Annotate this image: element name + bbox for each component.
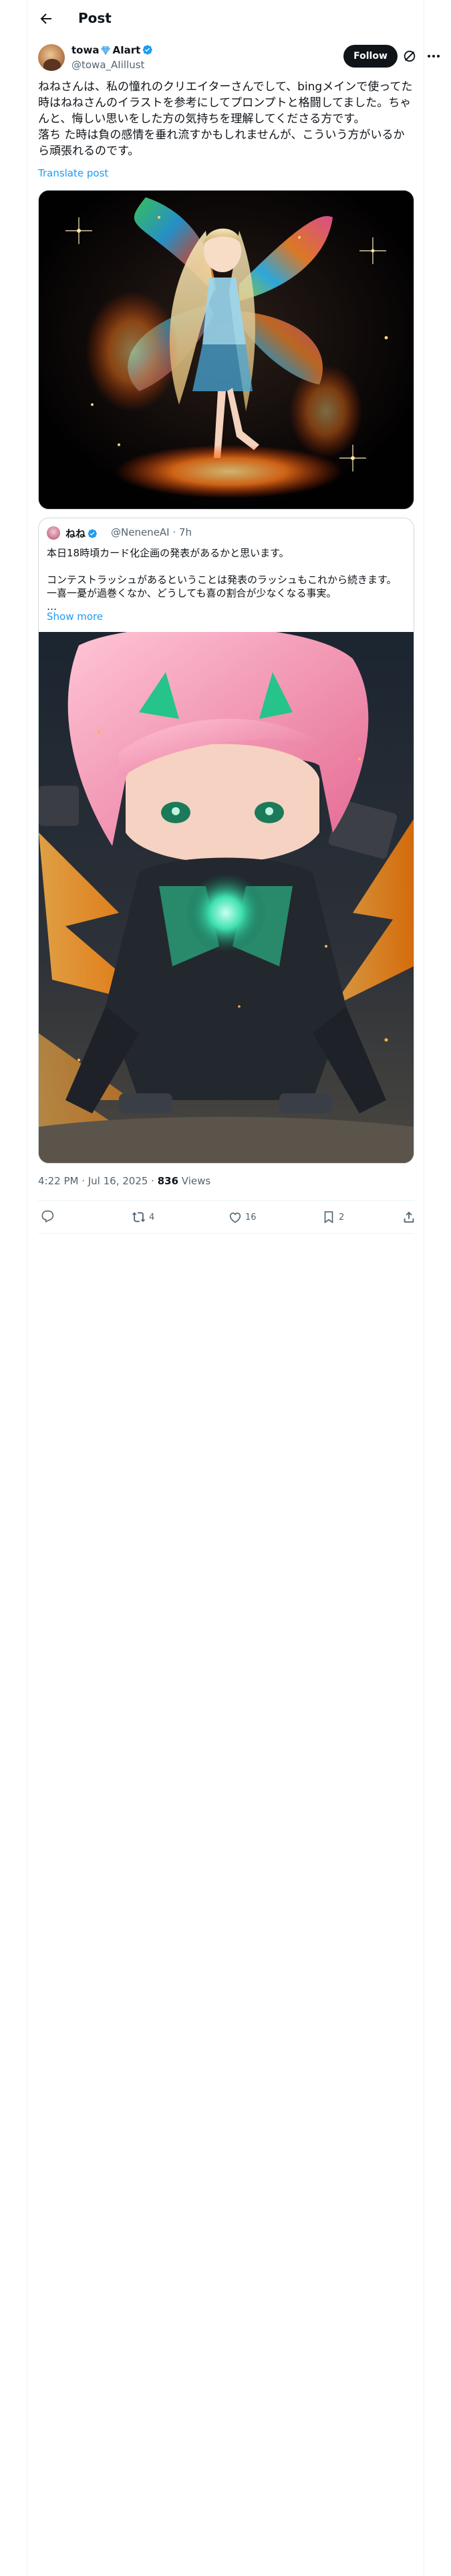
author-name-text: towa xyxy=(71,44,100,56)
reply-button[interactable] xyxy=(41,1209,55,1225)
quoted-post[interactable]: ねね @NeneneAI · 7h 本日18時頃カード化企画の発表があるかと思い… xyxy=(38,518,414,1164)
verified-badge-icon xyxy=(88,529,97,538)
top-bar: Post xyxy=(27,0,425,37)
repost-icon xyxy=(132,1212,146,1222)
repost-button[interactable]: 4 xyxy=(132,1209,154,1225)
pink-hair-character-illustration xyxy=(39,632,414,1163)
quoted-time: 7h xyxy=(178,526,192,538)
bookmark-button[interactable]: 2 xyxy=(321,1209,344,1225)
share-icon xyxy=(404,1211,414,1223)
quoted-author-name: ねね xyxy=(65,526,99,540)
share-button[interactable] xyxy=(402,1209,416,1225)
quoted-handle-time: @NeneneAI · 7h xyxy=(111,526,192,538)
author-handle[interactable]: @towa_AIillust xyxy=(71,59,144,71)
post-timestamp[interactable]: 4:22 PM · Jul 16, 2025 · xyxy=(38,1175,158,1187)
like-count: 16 xyxy=(245,1212,257,1222)
show-more-link[interactable]: Show more xyxy=(47,611,103,623)
diamond-emoji-icon xyxy=(101,45,111,56)
quoted-handle: @NeneneAI xyxy=(111,526,170,538)
quoted-avatar xyxy=(47,526,60,540)
page-title: Post xyxy=(78,10,112,26)
reply-icon xyxy=(41,1210,54,1223)
views-label: Views xyxy=(178,1175,211,1187)
separator: · xyxy=(169,526,179,538)
author-name-suffix: AIart xyxy=(112,44,141,56)
verified-badge-icon xyxy=(143,45,153,55)
post-text: ねねさんは、私の憧れのクリエイターさんでして、bingメインで使ってた時はねねさ… xyxy=(38,80,413,158)
main-column: Post towa AIart @towa_AIillust Follow ねねさ… xyxy=(27,0,440,2576)
back-arrow-icon[interactable] xyxy=(38,11,54,27)
grok-icon[interactable] xyxy=(402,49,417,64)
bookmark-icon xyxy=(324,1211,333,1224)
more-options-icon[interactable] xyxy=(426,50,441,62)
follow-button[interactable]: Follow xyxy=(343,45,398,68)
divider xyxy=(38,1233,414,1234)
fairy-illustration xyxy=(39,191,414,509)
quoted-image[interactable] xyxy=(39,632,414,1163)
repost-count: 4 xyxy=(149,1212,155,1222)
post-image[interactable] xyxy=(38,190,414,510)
avatar[interactable] xyxy=(38,44,65,71)
author-name[interactable]: towa AIart xyxy=(71,44,154,56)
post-meta: 4:22 PM · Jul 16, 2025 · 836 Views xyxy=(38,1175,210,1187)
quoted-author-name-text: ねね xyxy=(65,528,86,540)
like-button[interactable]: 16 xyxy=(228,1209,257,1225)
quoted-text: 本日18時頃カード化企画の発表があるかと思います。 コンテストラッシュがあるとい… xyxy=(47,547,397,613)
heart-icon xyxy=(229,1212,241,1223)
translate-post-link[interactable]: Translate post xyxy=(38,167,108,179)
action-bar: 4 16 2 xyxy=(27,1201,425,1233)
views-count: 836 xyxy=(157,1175,179,1187)
bookmark-count: 2 xyxy=(339,1212,345,1222)
